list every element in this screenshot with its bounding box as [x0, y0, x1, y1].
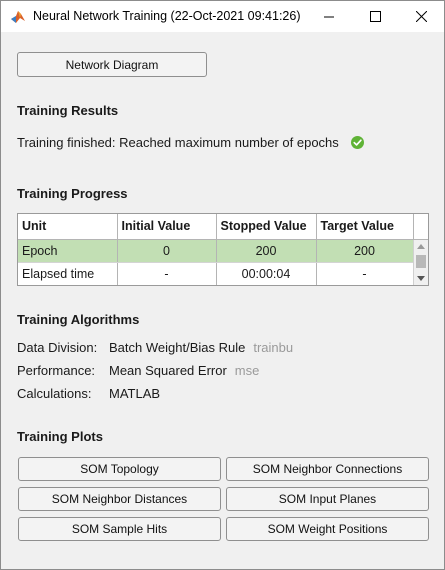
som-input-planes-button[interactable]: SOM Input Planes	[226, 487, 429, 511]
close-button[interactable]	[398, 1, 444, 32]
table-row[interactable]: Elapsed time - 00:00:04 -	[18, 262, 428, 285]
cell-unit: Epoch	[18, 239, 118, 263]
column-header-initial-value: Initial Value	[117, 214, 217, 240]
scroll-thumb[interactable]	[416, 255, 426, 268]
maximize-icon	[369, 11, 381, 22]
title-bar[interactable]: Neural Network Training (22-Oct-2021 09:…	[1, 1, 444, 32]
data-division-value: Batch Weight/Bias Rule trainbu	[109, 340, 293, 355]
training-status: Training finished: Reached maximum numbe…	[17, 135, 364, 150]
performance-name: Mean Squared Error	[109, 363, 227, 378]
cell-stopped: 200	[216, 239, 317, 263]
cell-stopped: 00:00:04	[216, 262, 317, 285]
cell-target: 200	[316, 239, 414, 263]
data-division-function: trainbu	[253, 340, 294, 355]
calculations-label: Calculations:	[17, 386, 92, 401]
cell-initial: 0	[117, 239, 217, 263]
training-window: Neural Network Training (22-Oct-2021 09:…	[0, 0, 445, 570]
column-header-stopped-value: Stopped Value	[216, 214, 317, 240]
scroll-up-arrow-icon[interactable]	[417, 244, 425, 249]
matlab-icon	[11, 11, 25, 23]
progress-table[interactable]: Unit Initial Value Stopped Value Target …	[17, 213, 429, 286]
table-row[interactable]: Epoch 0 200 200	[18, 239, 428, 263]
network-diagram-button[interactable]: Network Diagram	[17, 52, 207, 77]
som-weight-positions-button[interactable]: SOM Weight Positions	[226, 517, 429, 541]
scroll-down-arrow-icon[interactable]	[417, 276, 425, 281]
minimize-button[interactable]	[306, 1, 352, 32]
cell-target: -	[316, 262, 414, 285]
som-neighbor-connections-button[interactable]: SOM Neighbor Connections	[226, 457, 429, 481]
window-title: Neural Network Training (22-Oct-2021 09:…	[33, 9, 301, 23]
cell-unit: Elapsed time	[18, 262, 118, 285]
performance-value: Mean Squared Error mse	[109, 363, 259, 378]
training-status-text: Training finished: Reached maximum numbe…	[17, 135, 339, 150]
data-division-name: Batch Weight/Bias Rule	[109, 340, 246, 355]
column-header-spacer	[413, 214, 428, 240]
training-results-heading: Training Results	[17, 103, 119, 118]
column-header-unit: Unit	[18, 214, 118, 240]
training-plots-heading: Training Plots	[17, 429, 103, 444]
training-progress-heading: Training Progress	[17, 186, 128, 201]
column-header-target-value: Target Value	[316, 214, 414, 240]
performance-label: Performance:	[17, 363, 96, 378]
minimize-icon	[323, 16, 334, 18]
training-algorithms-heading: Training Algorithms	[17, 312, 140, 327]
maximize-button[interactable]	[352, 1, 398, 32]
calculations-value: MATLAB	[109, 386, 161, 401]
check-circle-icon	[350, 136, 364, 149]
som-neighbor-distances-button[interactable]: SOM Neighbor Distances	[18, 487, 221, 511]
som-sample-hits-button[interactable]: SOM Sample Hits	[18, 517, 221, 541]
data-division-label: Data Division:	[17, 340, 98, 355]
table-scrollbar[interactable]	[413, 240, 428, 285]
performance-function: mse	[234, 363, 260, 378]
cell-initial: -	[117, 262, 217, 285]
close-icon	[415, 11, 427, 22]
table-header-row: Unit Initial Value Stopped Value Target …	[18, 214, 428, 240]
som-topology-button[interactable]: SOM Topology	[18, 457, 221, 481]
